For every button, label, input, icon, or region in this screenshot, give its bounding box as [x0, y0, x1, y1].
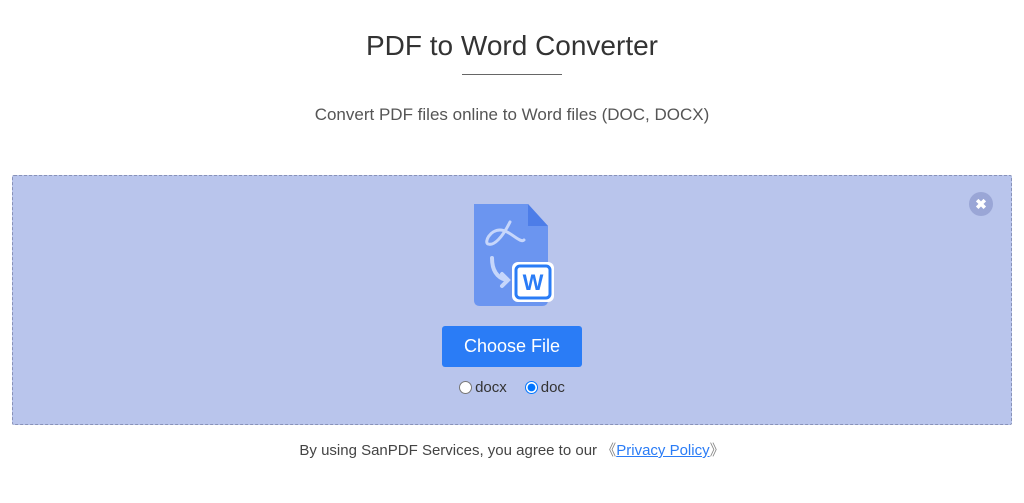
privacy-policy-link[interactable]: Privacy Policy	[616, 442, 709, 459]
footer-agree-text: By using SanPDF Services, you agree to o…	[299, 442, 601, 459]
footer-text: By using SanPDF Services, you agree to o…	[0, 439, 1024, 460]
format-radio-group: docx doc	[13, 379, 1011, 396]
pdf-to-word-icon: W	[466, 200, 558, 310]
radio-doc-input[interactable]	[525, 381, 538, 394]
radio-option-docx[interactable]: docx	[459, 379, 507, 396]
radio-docx-input[interactable]	[459, 381, 472, 394]
bracket-close: 》	[710, 442, 725, 459]
bracket-open: 《	[601, 442, 616, 459]
page-title: PDF to Word Converter	[366, 30, 658, 62]
file-dropzone[interactable]: ✖ W Choose File docx	[12, 175, 1012, 425]
radio-doc-label: doc	[541, 379, 565, 396]
radio-option-doc[interactable]: doc	[525, 379, 565, 396]
radio-docx-label: docx	[475, 379, 507, 396]
close-button[interactable]: ✖	[969, 192, 993, 216]
conversion-icon-wrap: W	[13, 200, 1011, 310]
page-subtitle: Convert PDF files online to Word files (…	[0, 105, 1024, 125]
close-icon: ✖	[975, 196, 987, 213]
title-underline	[462, 74, 562, 75]
svg-text:W: W	[523, 270, 544, 295]
choose-file-button[interactable]: Choose File	[442, 326, 582, 367]
